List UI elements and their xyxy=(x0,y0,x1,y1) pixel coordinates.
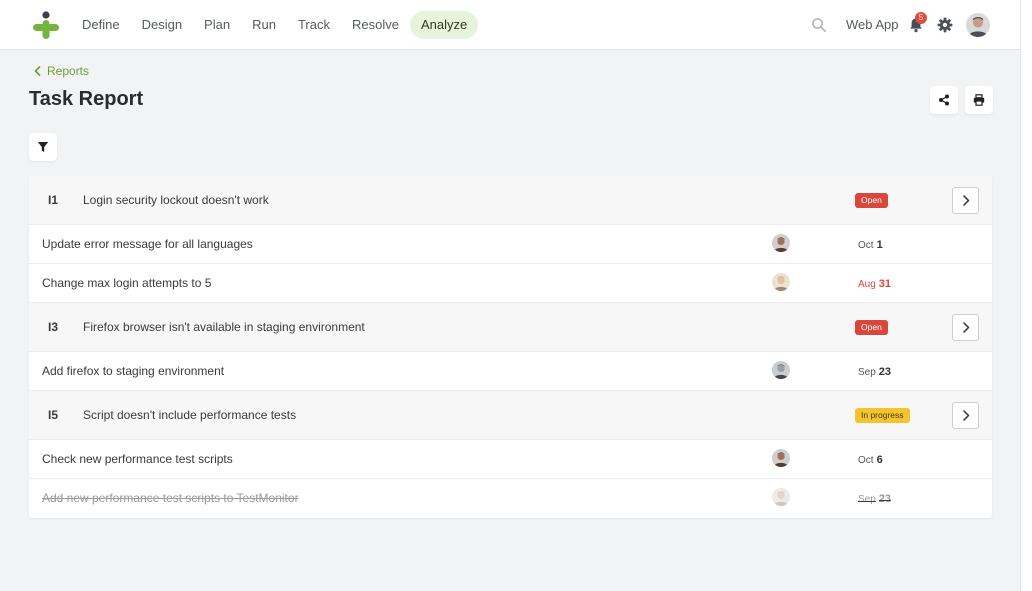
nav-item-define[interactable]: Define xyxy=(71,11,131,39)
nav-item-resolve[interactable]: Resolve xyxy=(341,11,410,39)
top-navigation-bar: Define Design Plan Run Track Resolve Ana… xyxy=(0,0,1020,50)
assignee-avatar xyxy=(772,488,790,506)
due-date: Sep 23 xyxy=(858,479,891,518)
assignee-avatar xyxy=(772,234,790,252)
due-month: Sep xyxy=(858,367,876,378)
task-row[interactable]: Add new performance test scripts to Test… xyxy=(29,479,992,518)
nav-item-plan[interactable]: Plan xyxy=(193,11,241,39)
due-month: Oct xyxy=(858,455,874,466)
task-row[interactable]: Add firefox to staging environment Sep 23 xyxy=(29,352,992,391)
chevron-left-icon xyxy=(34,66,41,76)
issue-row[interactable]: I1 Login security lockout doesn't work Ope… xyxy=(29,176,992,225)
open-issue-button[interactable] xyxy=(952,402,979,429)
task-title[interactable]: Add new performance test scripts to Test… xyxy=(42,479,299,518)
due-date: Oct 1 xyxy=(858,225,883,264)
task-title[interactable]: Update error message for all languages xyxy=(42,225,253,264)
workspace-selector[interactable]: Web App xyxy=(846,17,899,32)
assignee-avatar xyxy=(772,273,790,291)
logo-icon[interactable] xyxy=(33,11,59,39)
due-date: Aug 31 xyxy=(858,264,891,303)
nav-item-run[interactable]: Run xyxy=(241,11,287,39)
status-badge: Open xyxy=(855,320,888,335)
filter-button[interactable] xyxy=(29,133,57,161)
user-avatar[interactable] xyxy=(966,13,990,37)
issue-id: I1 xyxy=(48,193,59,207)
issue-title[interactable]: Login security lockout doesn't work xyxy=(83,176,269,225)
print-icon xyxy=(973,94,985,106)
issue-title[interactable]: Firefox browser isn't available in stagi… xyxy=(83,303,365,352)
task-title[interactable]: Check new performance test scripts xyxy=(42,440,233,479)
issue-row[interactable]: I3 Firefox browser isn't available in sta… xyxy=(29,303,992,352)
issue-id: I3 xyxy=(48,320,59,334)
due-day: 23 xyxy=(878,366,892,378)
gear-icon[interactable] xyxy=(937,17,953,33)
assignee-avatar xyxy=(772,361,790,379)
due-day: 31 xyxy=(878,278,892,290)
due-month: Aug xyxy=(858,279,876,290)
task-row[interactable]: Check new performance test scripts Oct 6 xyxy=(29,440,992,479)
assignee-avatar xyxy=(772,449,790,467)
nav-item-analyze[interactable]: Analyze xyxy=(409,11,479,39)
notification-badge: 5 xyxy=(915,12,927,24)
due-day: 6 xyxy=(876,454,883,466)
status-badge: In progress xyxy=(855,408,910,423)
task-report-list: I1 Login security lockout doesn't work Ope… xyxy=(29,176,992,518)
due-date: Sep 23 xyxy=(858,352,891,391)
task-row[interactable]: Update error message for all languages Oc… xyxy=(29,225,992,264)
chevron-right-icon xyxy=(962,322,969,333)
due-month: Oct xyxy=(858,240,874,251)
task-row[interactable]: Change max login attempts to 5 Aug 31 xyxy=(29,264,992,303)
issue-id: I5 xyxy=(48,408,59,422)
due-day: 1 xyxy=(876,239,883,251)
chevron-right-icon xyxy=(962,410,969,421)
task-title[interactable]: Change max login attempts to 5 xyxy=(42,264,211,303)
due-day: 23 xyxy=(878,493,892,505)
nav-item-track[interactable]: Track xyxy=(287,11,341,39)
print-button[interactable] xyxy=(965,86,993,114)
due-month: Sep xyxy=(858,494,876,505)
main-nav: Define Design Plan Run Track Resolve Ana… xyxy=(71,11,479,39)
open-issue-button[interactable] xyxy=(952,314,979,341)
share-button[interactable] xyxy=(930,86,958,114)
status-badge: Open xyxy=(855,193,888,208)
open-issue-button[interactable] xyxy=(952,187,979,214)
nav-item-design[interactable]: Design xyxy=(131,11,193,39)
search-icon[interactable] xyxy=(811,17,827,33)
issue-title[interactable]: Script doesn't include performance tests xyxy=(83,391,296,440)
filter-icon xyxy=(37,142,49,152)
breadcrumb-label: Reports xyxy=(47,64,90,78)
page-title: Task Report xyxy=(29,88,144,110)
chevron-right-icon xyxy=(962,195,969,206)
task-title[interactable]: Add firefox to staging environment xyxy=(42,352,224,391)
issue-row[interactable]: I5 Script doesn't include performance tes… xyxy=(29,391,992,440)
scrollbar[interactable] xyxy=(1020,0,1032,591)
due-date: Oct 6 xyxy=(858,440,883,479)
breadcrumb[interactable]: Reports xyxy=(33,64,89,78)
share-icon xyxy=(939,94,949,106)
